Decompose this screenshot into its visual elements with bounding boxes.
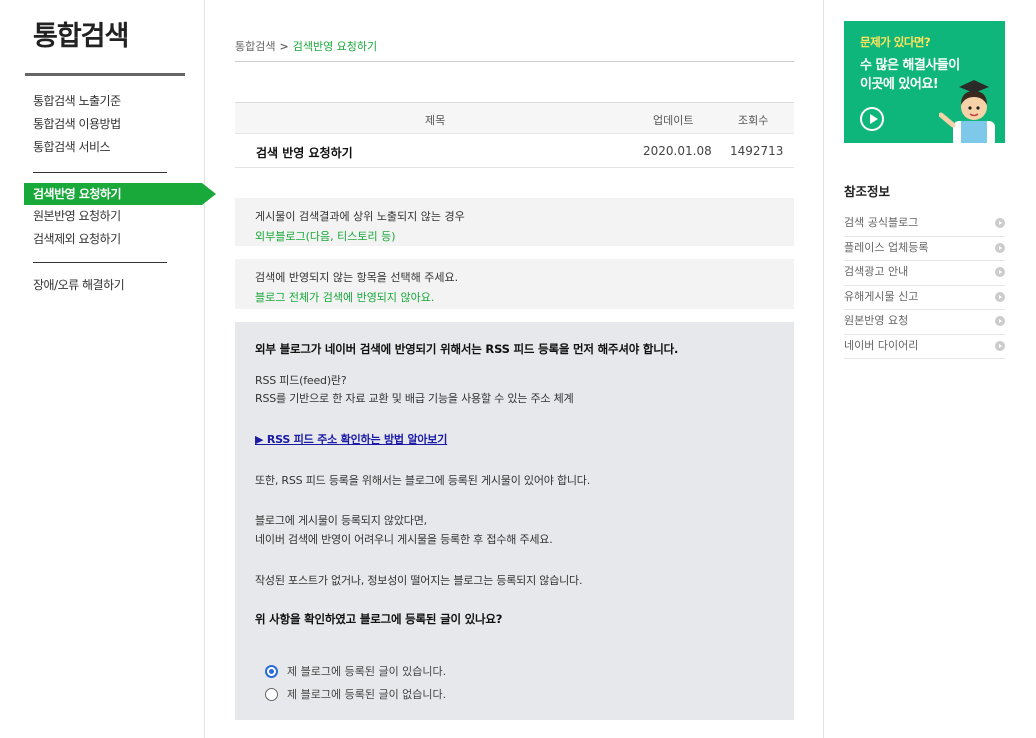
nav-item-search-reflect-active[interactable]: 검색반영 요청하기 xyxy=(24,183,216,205)
reference-label: 원본반영 요청 xyxy=(844,314,909,327)
table-row: 검색 반영 요청하기 2020.01.08 1492713 xyxy=(235,135,794,168)
header-update: 업데이트 xyxy=(653,114,694,127)
radio-label: 제 블로그에 등록된 글이 있습니다. xyxy=(287,665,447,678)
row-views: 1492713 xyxy=(730,144,784,158)
radio-option-no[interactable]: 제 블로그에 등록된 글이 없습니다. xyxy=(265,686,446,702)
note-not-registered: 작성된 포스트가 없거나, 정보성이 떨어지는 블로그는 등록되지 않습니다. xyxy=(255,574,583,587)
graduate-character-icon xyxy=(939,80,995,143)
radio-button-checked[interactable] xyxy=(265,664,278,678)
selected-answer: 블로그 전체가 검색에 반영되지 않아요. xyxy=(255,291,435,304)
nav-group-2: 원본반영 요청하기 검색제외 요청하기 xyxy=(33,205,193,251)
rss-definition: RSS를 기반으로 한 자료 교환 및 배급 기능을 사용할 수 있는 주소 체… xyxy=(255,392,574,405)
arrow-circle-icon xyxy=(995,267,1005,277)
reference-label: 네이버 다이어리 xyxy=(844,338,919,352)
radio-label: 제 블로그에 등록된 글이 없습니다. xyxy=(287,688,447,701)
arrow-circle-icon xyxy=(995,242,1005,253)
breadcrumb-divider xyxy=(235,61,794,62)
nav-item-original-reflect[interactable]: 원본반영 요청하기 xyxy=(33,205,193,228)
breadcrumb-separator: > xyxy=(279,40,289,53)
help-banner[interactable]: 문제가 있다면? 수 많은 해결사들이 이곳에 있어요! xyxy=(844,21,1005,143)
info-heading: 외부 블로그가 네이버 검색에 반영되기 위해서는 RSS 피드 등록을 먼저 … xyxy=(255,342,679,356)
play-icon[interactable] xyxy=(860,107,884,131)
banner-line-1: 문제가 있다면? xyxy=(860,35,931,49)
table-header: 제목 업데이트 조회수 xyxy=(235,102,794,134)
reference-label: 검색 공식블로그 xyxy=(844,216,919,229)
reference-item-harmful-report[interactable]: 유해게시물 신고 xyxy=(844,286,1005,310)
question-text: 검색에 반영되지 않는 항목을 선택해 주세요. xyxy=(255,271,459,284)
right-sidebar: 문제가 있다면? 수 많은 해결사들이 이곳에 있어요! 참조정보 검색 공식블… xyxy=(823,0,1036,738)
rss-guide-link[interactable]: ▶ RSS 피드 주소 확인하는 방법 알아보기 xyxy=(255,431,447,447)
header-views: 조회수 xyxy=(738,114,769,127)
breadcrumb-root[interactable]: 통합검색 xyxy=(235,40,275,53)
arrow-circle-icon xyxy=(995,291,1005,302)
rss-question: RSS 피드(feed)란? xyxy=(255,374,347,387)
nav-item-service[interactable]: 통합검색 서비스 xyxy=(33,136,193,159)
sidebar-title: 통합검색 xyxy=(33,21,129,52)
nav-item-usage[interactable]: 통합검색 이용방법 xyxy=(33,113,193,136)
nav-item-troubleshoot[interactable]: 장애/오류 해결하기 xyxy=(33,274,193,297)
question-card-2[interactable]: 검색에 반영되지 않는 항목을 선택해 주세요. 블로그 전체가 검색에 반영되… xyxy=(235,259,794,309)
reference-item-naver-diary[interactable]: 네이버 다이어리 xyxy=(844,335,1005,359)
arrow-circle-icon xyxy=(995,218,1005,228)
reference-label: 검색광고 안내 xyxy=(844,265,909,278)
reference-label: 플레이스 업체등록 xyxy=(844,240,929,254)
question-card-1[interactable]: 게시물이 검색결과에 상위 노출되지 않는 경우 외부블로그(다음, 티스토리 … xyxy=(235,198,794,246)
reference-label: 유해게시물 신고 xyxy=(844,289,919,303)
left-sidebar: 통합검색 통합검색 노출기준 통합검색 이용방법 통합검색 서비스 검색반영 요… xyxy=(0,0,216,738)
nav-group-3: 장애/오류 해결하기 xyxy=(33,274,193,297)
reference-item-original-reflect[interactable]: 원본반영 요청 xyxy=(844,310,1005,335)
reference-list: 검색 공식블로그 플레이스 업체등록 검색광고 안내 유해게시물 신고 원본반영… xyxy=(844,212,1005,359)
breadcrumb: 통합검색 > 검색반영 요청하기 xyxy=(235,38,377,54)
reference-title: 참조정보 xyxy=(844,184,891,199)
confirm-question: 위 사항을 확인하였고 블로그에 등록된 글이 있나요? xyxy=(255,612,503,626)
nav-item-exposure-criteria[interactable]: 통합검색 노출기준 xyxy=(33,90,193,113)
header-title: 제목 xyxy=(425,114,446,127)
reference-item-place-register[interactable]: 플레이스 업체등록 xyxy=(844,237,1005,261)
nav-divider xyxy=(33,172,167,173)
note-no-posts-1: 블로그에 게시물이 등록되지 않았다면, xyxy=(255,514,427,527)
banner-line-2: 수 많은 해결사들이 xyxy=(860,58,960,73)
reference-item-search-ads[interactable]: 검색광고 안내 xyxy=(844,261,1005,286)
row-title: 검색 반영 요청하기 xyxy=(256,146,353,160)
selected-answer: 외부블로그(다음, 티스토리 등) xyxy=(255,230,396,243)
nav-divider xyxy=(33,262,167,263)
reference-item-official-blog[interactable]: 검색 공식블로그 xyxy=(844,212,1005,237)
arrow-circle-icon xyxy=(995,340,1005,351)
radio-button[interactable] xyxy=(265,687,278,701)
question-text: 게시물이 검색결과에 상위 노출되지 않는 경우 xyxy=(255,210,465,223)
nav-group-1: 통합검색 노출기준 통합검색 이용방법 통합검색 서비스 xyxy=(33,90,193,159)
note-no-posts-2: 네이버 검색에 반영이 어려우니 게시물을 등록한 후 접수해 주세요. xyxy=(255,533,553,546)
title-divider xyxy=(25,73,185,76)
arrow-circle-icon xyxy=(995,316,1005,326)
nav-item-search-exclude[interactable]: 검색제외 요청하기 xyxy=(33,228,193,251)
breadcrumb-current: 검색반영 요청하기 xyxy=(292,40,378,53)
info-panel: 외부 블로그가 네이버 검색에 반영되기 위해서는 RSS 피드 등록을 먼저 … xyxy=(235,322,794,720)
note-posts-required: 또한, RSS 피드 등록을 위해서는 블로그에 등록된 게시물이 있어야 합니… xyxy=(255,474,591,487)
radio-option-yes[interactable]: 제 블로그에 등록된 글이 있습니다. xyxy=(265,663,446,679)
row-date: 2020.01.08 xyxy=(643,144,712,158)
banner-line-3: 이곳에 있어요! xyxy=(860,77,939,92)
